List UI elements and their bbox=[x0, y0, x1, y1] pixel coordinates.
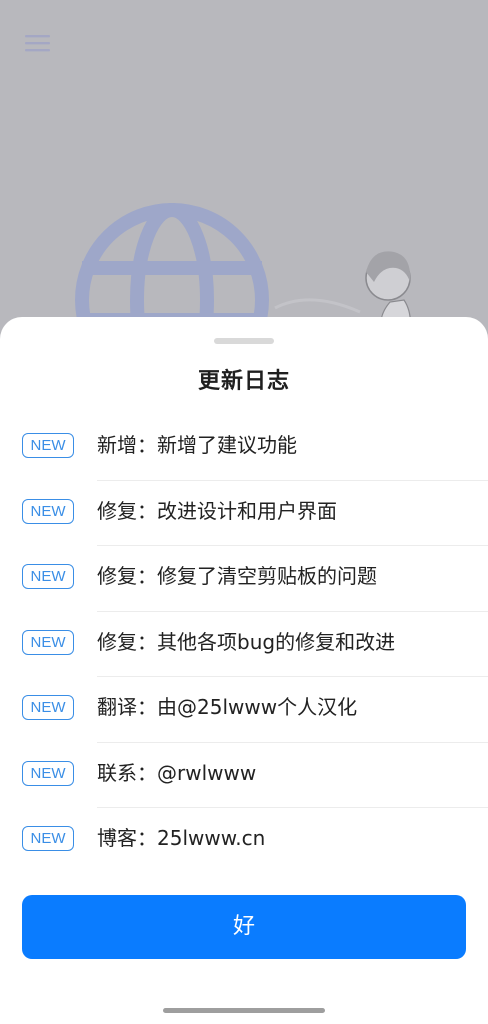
changelog-item-text: 修复：其他各项bug的修复和改进 bbox=[97, 629, 396, 654]
new-badge: NEW bbox=[22, 564, 74, 589]
home-indicator[interactable] bbox=[163, 1008, 325, 1013]
sheet-drag-handle[interactable] bbox=[214, 338, 274, 344]
new-badge: NEW bbox=[22, 695, 74, 720]
changelog-item: NEW 新增：新增了建议功能 bbox=[0, 415, 488, 481]
sheet-title: 更新日志 bbox=[197, 369, 290, 394]
changelog-item: NEW 修复：修复了清空剪贴板的问题 bbox=[0, 546, 488, 612]
changelog-bottom-sheet: 更新日志 NEW 新增：新增了建议功能 NEW 修复：改进设计和用户界面 NEW… bbox=[0, 317, 488, 1024]
changelog-item: NEW 联系：@rwlwww bbox=[0, 743, 488, 808]
changelog-item: NEW 修复：改进设计和用户界面 bbox=[0, 481, 488, 546]
new-badge: NEW bbox=[22, 826, 74, 851]
changelog-item-text: 博客：25lwww.cn bbox=[97, 826, 266, 850]
hamburger-menu-icon[interactable] bbox=[25, 33, 51, 53]
changelog-item-text: 修复：改进设计和用户界面 bbox=[97, 498, 337, 523]
changelog-item: NEW 翻译：由@25lwww个人汉化 bbox=[0, 677, 488, 743]
changelog-item: NEW 修复：其他各项bug的修复和改进 bbox=[0, 612, 488, 677]
changelog-item-text: 新增：新增了建议功能 bbox=[97, 433, 297, 457]
changelog-item-text: 联系：@rwlwww bbox=[97, 760, 257, 785]
changelog-list: NEW 新增：新增了建议功能 NEW 修复：改进设计和用户界面 NEW 修复：修… bbox=[0, 415, 488, 874]
new-badge: NEW bbox=[22, 433, 74, 458]
new-badge: NEW bbox=[22, 629, 74, 655]
new-badge: NEW bbox=[22, 498, 74, 524]
ok-button[interactable]: 好 bbox=[22, 895, 466, 959]
changelog-item-text: 修复：修复了清空剪贴板的问题 bbox=[97, 564, 377, 588]
changelog-item: NEW 博客：25lwww.cn bbox=[0, 808, 488, 874]
new-badge: NEW bbox=[22, 760, 74, 786]
changelog-item-text: 翻译：由@25lwww个人汉化 bbox=[97, 695, 358, 719]
